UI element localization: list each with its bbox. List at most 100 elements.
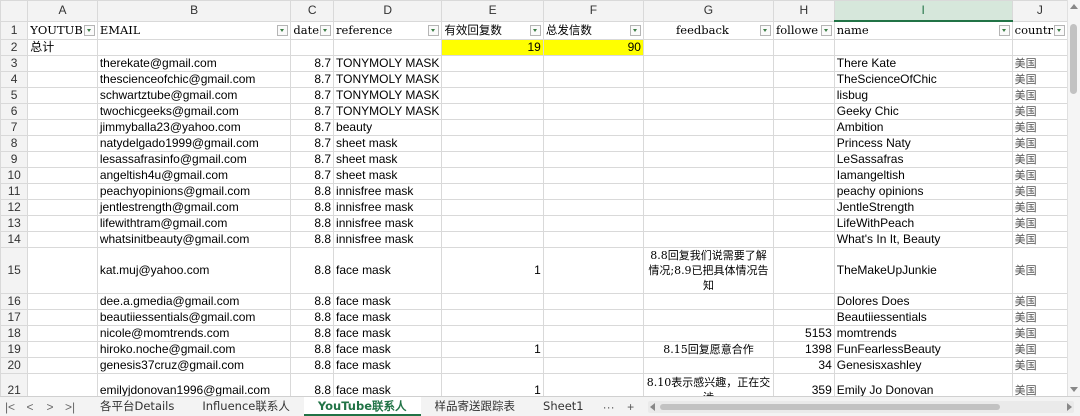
youtube-cell[interactable] — [27, 87, 98, 104]
feedback-cell[interactable] — [642, 215, 774, 232]
cell[interactable] — [1011, 39, 1068, 56]
sent-cell[interactable] — [542, 135, 644, 152]
filter-dropdown-icon[interactable] — [629, 24, 641, 36]
youtube-cell[interactable] — [27, 55, 98, 72]
country-cell[interactable]: 美国 — [1011, 55, 1068, 72]
row-header[interactable]: 10 — [0, 167, 29, 184]
replies-cell[interactable] — [441, 199, 544, 216]
date-cell[interactable]: 8.8 — [290, 357, 335, 374]
table-row[interactable]: 19 hiroko.noche@gmail.com 8.8 face mask 1 8.1… — [0, 341, 1068, 358]
replies-cell[interactable] — [441, 87, 544, 104]
row-header[interactable]: 8 — [0, 135, 29, 152]
sent-cell[interactable] — [542, 215, 644, 232]
table-row[interactable]: 10 angeltish4u@gmail.com 8.7 sheet mask Iama… — [0, 167, 1068, 184]
country-cell[interactable]: 美国 — [1011, 151, 1068, 168]
followers-cell[interactable] — [772, 71, 835, 88]
vertical-scroll-thumb[interactable] — [1070, 24, 1077, 94]
replies-cell[interactable] — [441, 135, 544, 152]
country-cell[interactable]: 美国 — [1011, 293, 1068, 310]
filter-dropdown-icon[interactable] — [820, 24, 832, 36]
feedback-cell[interactable] — [642, 199, 774, 216]
name-cell[interactable]: Iamangeltish — [833, 167, 1013, 184]
feedback-cell[interactable] — [642, 135, 774, 152]
sent-cell[interactable] — [542, 231, 644, 248]
date-cell[interactable]: 8.7 — [290, 71, 335, 88]
sheet-tab[interactable]: YouTube联系人 — [303, 397, 421, 416]
email-cell[interactable]: emilyjdonovan1996@gmail.com — [96, 373, 292, 396]
name-cell[interactable]: momtrends — [833, 325, 1013, 342]
reference-cell[interactable]: face mask — [333, 357, 443, 374]
feedback-cell[interactable]: 8.15回复愿意合作 — [642, 341, 774, 358]
add-sheet-button[interactable]: + — [620, 400, 642, 414]
row-header[interactable]: 7 — [0, 119, 29, 136]
sent-cell[interactable] — [542, 183, 644, 200]
email-cell[interactable]: jentlestrength@gmail.com — [96, 199, 292, 216]
replies-cell[interactable] — [441, 103, 544, 120]
reference-cell[interactable]: TONYMOLY MASK — [333, 71, 443, 88]
youtube-cell[interactable] — [27, 341, 98, 358]
country-cell[interactable]: 美国 — [1011, 373, 1068, 396]
table-row[interactable]: 16 dee.a.gmedia@gmail.com 8.8 face mask Dolo… — [0, 293, 1068, 310]
replies-cell[interactable] — [441, 71, 544, 88]
reference-cell[interactable]: innisfree mask — [333, 231, 443, 248]
sent-cell[interactable] — [542, 247, 644, 294]
reference-cell[interactable]: face mask — [333, 373, 443, 396]
row-header[interactable]: 19 — [0, 341, 29, 358]
youtube-cell[interactable] — [27, 119, 98, 136]
feedback-cell[interactable]: 8.8回复我们说需要了解情况;8.9已把具体情况告知 — [642, 247, 774, 294]
country-cell[interactable]: 美国 — [1011, 183, 1068, 200]
replies-cell[interactable] — [441, 215, 544, 232]
sent-cell[interactable] — [542, 341, 644, 358]
followers-cell[interactable]: 1398 — [772, 341, 835, 358]
sheet-tab[interactable]: 样品寄送跟踪表 — [421, 397, 530, 416]
filter-dropdown-icon[interactable] — [998, 25, 1010, 36]
row-header[interactable]: 11 — [0, 183, 29, 200]
table-row[interactable]: 21 emilyjdonovan1996@gmail.com 8.8 face mas… — [0, 373, 1068, 396]
sent-cell[interactable] — [542, 87, 644, 104]
field-header-cell[interactable]: countr — [1011, 20, 1068, 40]
youtube-cell[interactable] — [27, 103, 98, 120]
column-header-G[interactable]: G — [642, 0, 774, 22]
followers-cell[interactable] — [772, 215, 835, 232]
youtube-cell[interactable] — [27, 151, 98, 168]
country-cell[interactable]: 美国 — [1011, 309, 1068, 326]
youtube-cell[interactable] — [27, 373, 98, 396]
reference-cell[interactable]: face mask — [333, 247, 443, 294]
replies-cell[interactable] — [441, 167, 544, 184]
name-cell[interactable]: What's In It, Beauty — [833, 231, 1013, 248]
field-header-cell[interactable]: name — [833, 20, 1013, 40]
row-header[interactable]: 15 — [0, 247, 29, 294]
reference-cell[interactable]: face mask — [333, 293, 443, 310]
row-header[interactable]: 14 — [0, 231, 29, 248]
next-sheet-button[interactable]: > — [40, 400, 60, 414]
followers-cell[interactable]: 359 — [772, 373, 835, 396]
sent-cell[interactable] — [542, 373, 644, 396]
replies-cell[interactable] — [441, 231, 544, 248]
filter-dropdown-icon[interactable] — [320, 24, 332, 36]
table-row[interactable]: 14 whatsinitbeauty@gmail.com 8.8 innisfree … — [0, 231, 1068, 248]
sheet-tab[interactable]: Sheet1 — [529, 397, 598, 416]
field-header-cell[interactable]: reference — [333, 20, 443, 40]
scroll-down-icon[interactable] — [1070, 387, 1078, 392]
sent-cell[interactable] — [542, 119, 644, 136]
reference-cell[interactable]: TONYMOLY MASK — [333, 103, 443, 120]
email-cell[interactable]: peachyopinions@gmail.com — [96, 183, 292, 200]
feedback-cell[interactable] — [642, 167, 774, 184]
country-cell[interactable]: 美国 — [1011, 247, 1068, 294]
last-sheet-button[interactable]: >| — [60, 400, 80, 414]
table-row[interactable]: 4 thescienceofchic@gmail.com 8.7 TONYMOLY M… — [0, 71, 1068, 88]
feedback-cell[interactable] — [642, 103, 774, 120]
sent-cell[interactable] — [542, 357, 644, 374]
scroll-left-icon[interactable] — [649, 402, 655, 411]
email-cell[interactable]: thescienceofchic@gmail.com — [96, 71, 292, 88]
youtube-cell[interactable] — [27, 309, 98, 326]
reference-cell[interactable]: face mask — [333, 341, 443, 358]
name-cell[interactable]: LifeWithPeach — [833, 215, 1013, 232]
feedback-cell[interactable] — [642, 151, 774, 168]
email-cell[interactable]: kat.muj@yahoo.com — [96, 247, 292, 294]
followers-cell[interactable] — [772, 183, 835, 200]
table-row[interactable]: 3 therekate@gmail.com 8.7 TONYMOLY MASK Ther… — [0, 55, 1068, 72]
date-cell[interactable]: 8.8 — [290, 309, 335, 326]
followers-cell[interactable] — [772, 247, 835, 294]
feedback-cell[interactable] — [642, 71, 774, 88]
